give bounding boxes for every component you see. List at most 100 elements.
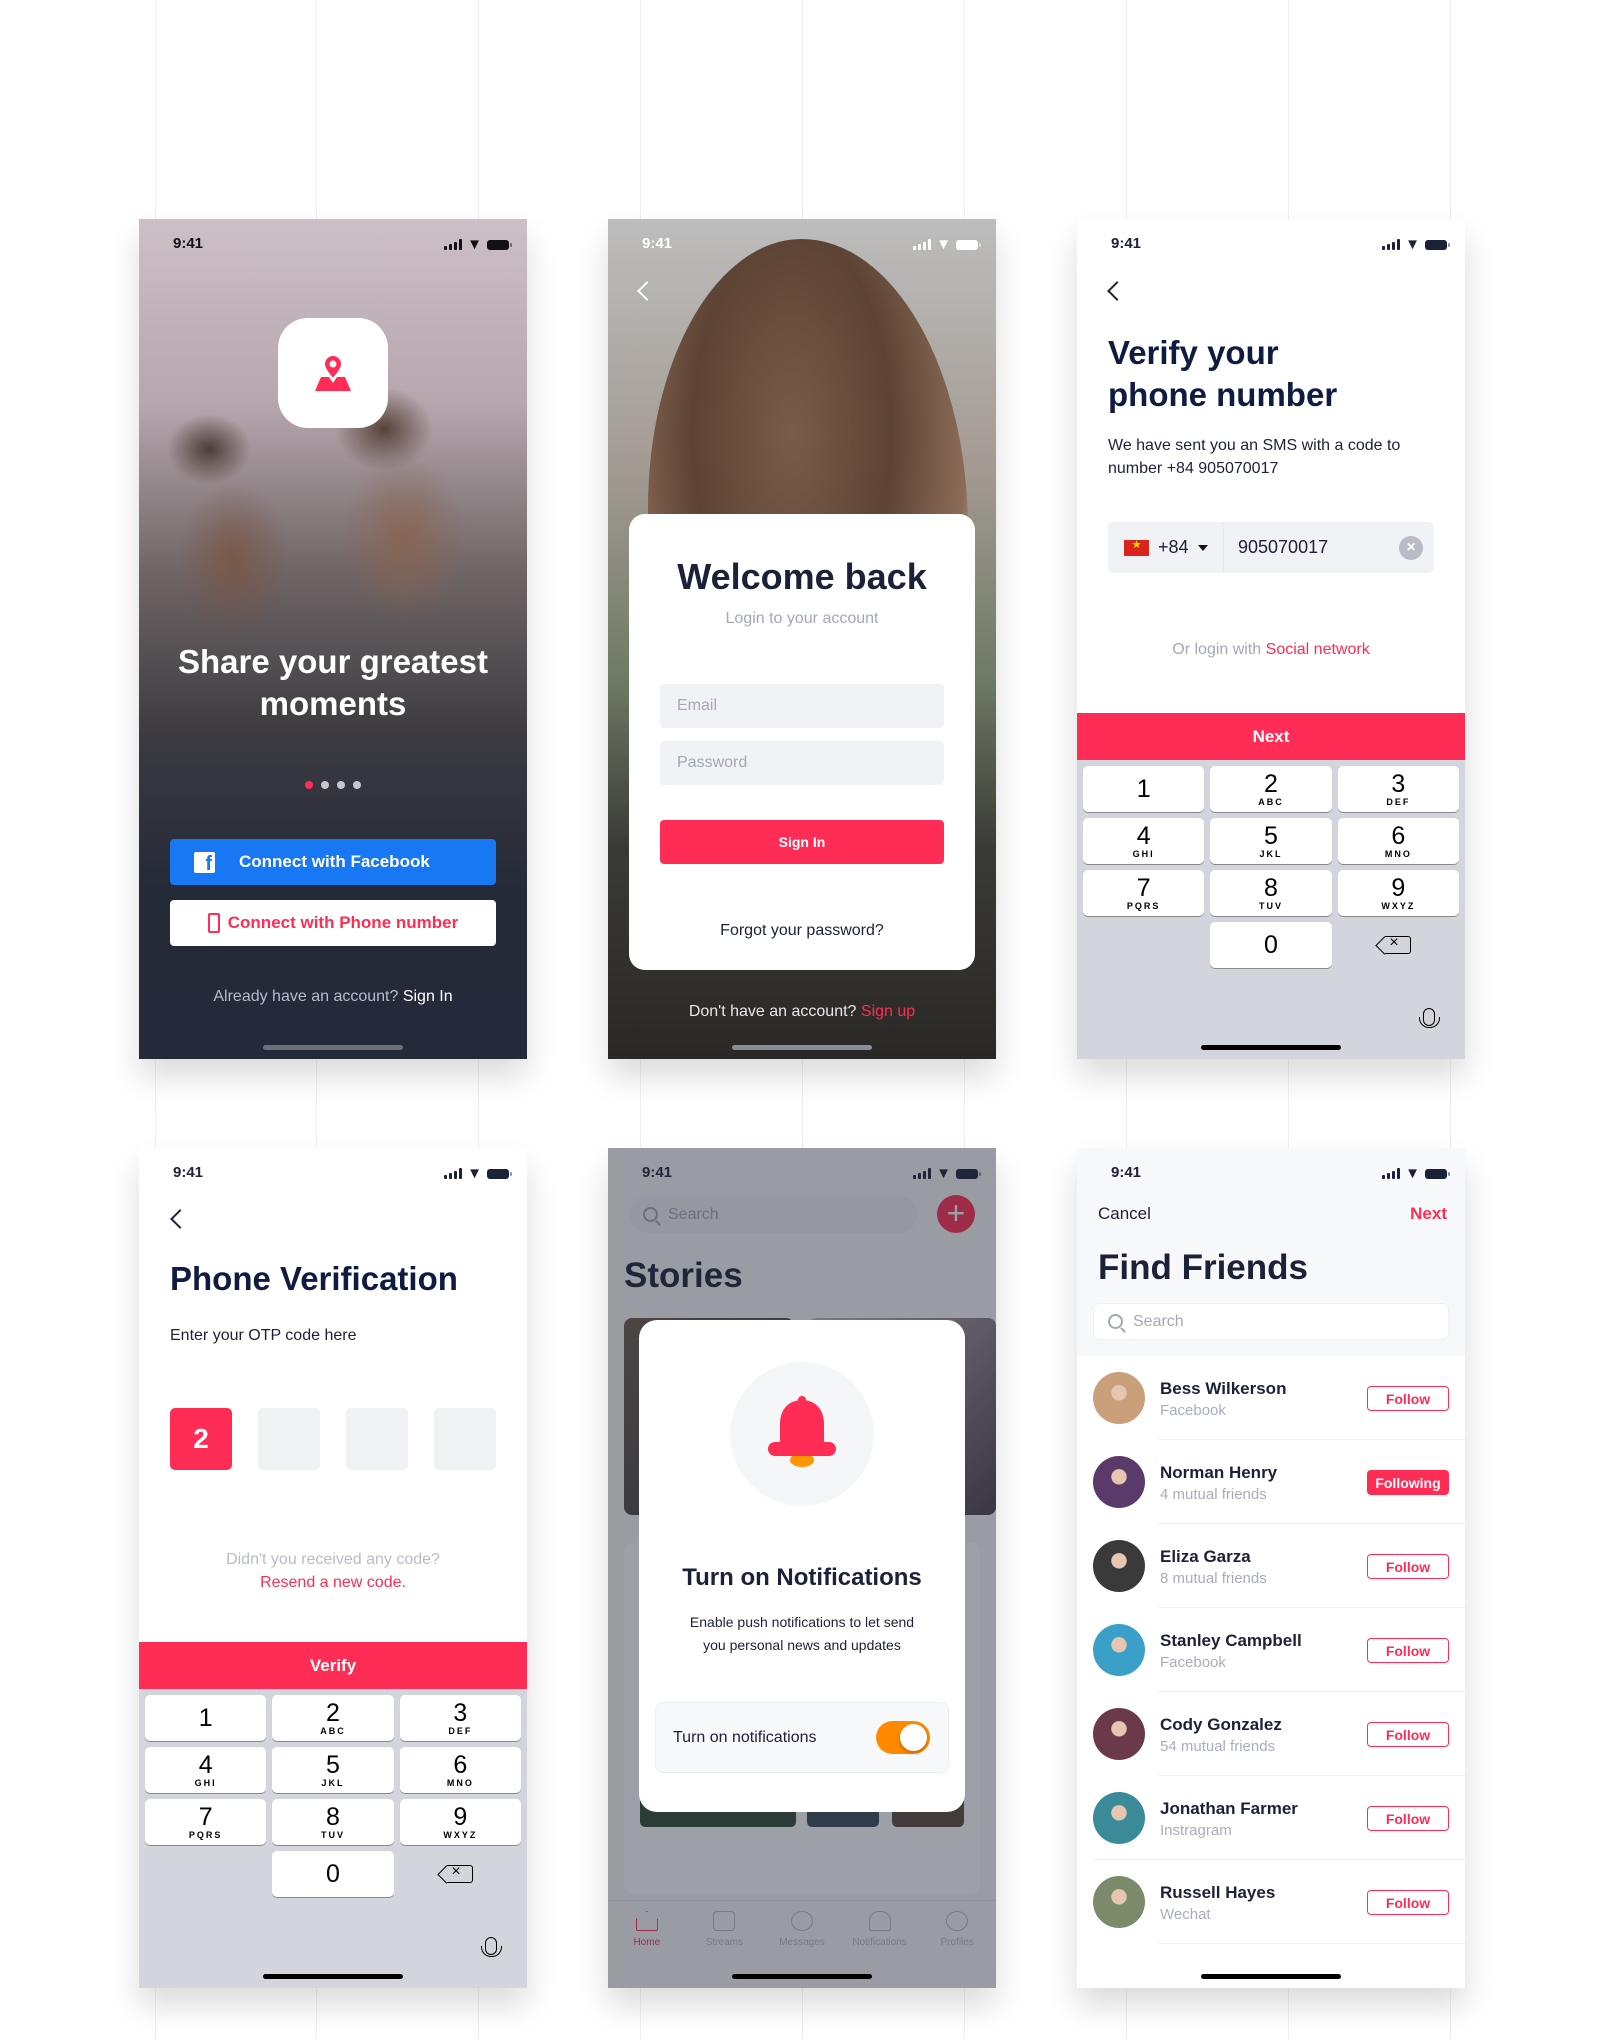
delete-key[interactable] — [400, 1851, 521, 1897]
sign-in-link[interactable]: Sign In — [403, 988, 453, 1005]
avatar[interactable] — [1093, 1876, 1145, 1928]
follow-button[interactable]: Follow — [1367, 1638, 1449, 1663]
keypad-key-6[interactable]: 6 MNO — [399, 1747, 521, 1793]
otp-digit-box[interactable] — [258, 1408, 320, 1470]
status-bar: 9:41 ▼ — [139, 1148, 527, 1198]
page-title: Phone Verification — [170, 1260, 458, 1297]
country-code-select[interactable]: +84 — [1108, 522, 1224, 573]
status-time: 9:41 — [1111, 235, 1142, 252]
keypad-key-2[interactable]: 2 ABC — [1210, 766, 1332, 812]
bell-icon — [768, 1396, 836, 1467]
keypad-key-7[interactable]: 7 PQRS — [145, 1799, 267, 1845]
keypad-key-8[interactable]: 8 TUV — [272, 1799, 394, 1845]
page-dot[interactable] — [353, 781, 361, 789]
follow-button[interactable]: Follow — [1367, 1386, 1449, 1411]
password-input[interactable] — [660, 741, 944, 785]
otp-digit-box[interactable] — [434, 1408, 496, 1470]
key-digit: 1 — [198, 1704, 213, 1732]
keypad-key-0[interactable]: 0 — [1210, 922, 1332, 968]
next-button[interactable]: Next — [1410, 1204, 1447, 1224]
otp-subtitle: Enter your OTP code here — [170, 1327, 357, 1344]
social-network-link[interactable]: Social network — [1266, 641, 1370, 658]
keypad-key-1[interactable]: 1 — [145, 1695, 267, 1741]
desc-line: you personal news and updates — [703, 1637, 901, 1653]
following-button[interactable]: Following — [1367, 1470, 1449, 1495]
keypad-grid: 1 2 ABC 3 DEF 4 GHI 5 JKL 6 MNO 7 PQRS 8 TUV 9 WXYZ 0 — [145, 1695, 521, 1897]
sign-up-link[interactable]: Sign up — [861, 1003, 915, 1020]
page-dot[interactable] — [337, 781, 345, 789]
keypad-key-1[interactable]: 1 — [1083, 766, 1205, 812]
follow-button[interactable]: Follow — [1367, 1890, 1449, 1915]
forgot-password-link[interactable]: Forgot your password? — [629, 922, 975, 940]
friend-row: Norman Henry 4 mutual friends Following — [1077, 1440, 1465, 1524]
sign-in-prompt: Already have an account? Sign In — [139, 988, 527, 1006]
resend-code-link[interactable]: Resend a new code. — [139, 1571, 527, 1594]
clear-icon[interactable]: × — [1399, 535, 1423, 560]
avatar[interactable] — [1093, 1540, 1145, 1592]
friend-row: Russell Hayes Wechat Follow — [1077, 1860, 1465, 1944]
delete-key[interactable] — [1338, 922, 1459, 968]
key-digit: 8 — [326, 1802, 340, 1831]
keypad-key-6[interactable]: 6 MNO — [1337, 818, 1459, 864]
status-time: 9:41 — [642, 235, 673, 252]
status-time: 9:41 — [173, 235, 204, 252]
follow-button[interactable]: Follow — [1367, 1554, 1449, 1579]
keypad-key-3[interactable]: 3 DEF — [1337, 766, 1459, 812]
keypad-key-9[interactable]: 9 WXYZ — [1337, 870, 1459, 916]
page-title: Verify your phone number — [1108, 332, 1337, 416]
search-placeholder: Search — [1133, 1312, 1184, 1330]
keypad-key-7[interactable]: 7 PQRS — [1083, 870, 1205, 916]
verify-button[interactable]: Verify — [139, 1642, 527, 1689]
phone-number-input[interactable]: 905070017 — [1224, 537, 1399, 558]
avatar[interactable] — [1093, 1624, 1145, 1676]
sign-in-button[interactable]: Sign In — [660, 820, 944, 864]
bell-badge — [730, 1362, 874, 1506]
cancel-button[interactable]: Cancel — [1098, 1204, 1151, 1224]
microphone-icon[interactable] — [481, 1937, 502, 1957]
avatar[interactable] — [1093, 1372, 1145, 1424]
page-dot[interactable] — [305, 781, 313, 789]
key-letters: ABC — [320, 1725, 346, 1736]
page-dot[interactable] — [321, 781, 329, 789]
microphone-icon[interactable] — [1419, 1008, 1440, 1028]
otp-digit-box[interactable]: 2 — [170, 1408, 232, 1470]
login-subtitle: Login to your account — [725, 610, 879, 627]
key-letters: DEF — [448, 1725, 473, 1736]
keypad-key-4[interactable]: 4 GHI — [145, 1747, 267, 1793]
avatar[interactable] — [1093, 1456, 1145, 1508]
facebook-icon: f — [194, 851, 215, 873]
follow-button[interactable]: Follow — [1367, 1722, 1449, 1747]
status-time: 9:41 — [1111, 1164, 1142, 1181]
otp-digit-box[interactable] — [346, 1408, 408, 1470]
search-input[interactable]: Search — [1093, 1303, 1449, 1340]
keypad-key-4[interactable]: 4 GHI — [1083, 818, 1205, 864]
keypad-key-5[interactable]: 5 JKL — [1210, 818, 1332, 864]
next-button[interactable]: Next — [1077, 713, 1465, 760]
find-friends-screen: 9:41 ▼ Cancel Next Find Friends Search B… — [1077, 1148, 1465, 1988]
title-line: Verify your — [1108, 334, 1279, 371]
back-chevron-icon[interactable] — [637, 281, 657, 301]
numeric-keypad: 1 2 ABC 3 DEF 4 GHI 5 JKL 6 MNO 7 PQRS 8 TUV 9 WXYZ 0 — [1077, 760, 1465, 1059]
wifi-icon: ▼ — [1405, 1165, 1420, 1182]
keypad-key-0[interactable]: 0 — [272, 1851, 394, 1897]
back-chevron-icon[interactable] — [170, 1209, 190, 1229]
connect-phone-button[interactable]: Connect with Phone number — [170, 900, 496, 946]
email-input[interactable] — [660, 684, 944, 728]
battery-icon — [1425, 1168, 1450, 1179]
keypad-key-9[interactable]: 9 WXYZ — [399, 1799, 521, 1845]
page-indicator[interactable] — [139, 781, 527, 789]
signal-icon — [444, 1168, 463, 1179]
avatar[interactable] — [1093, 1708, 1145, 1760]
connect-facebook-button[interactable]: f Connect with Facebook — [170, 839, 496, 885]
keypad-key-3[interactable]: 3 DEF — [399, 1695, 521, 1741]
keypad-key-5[interactable]: 5 JKL — [272, 1747, 394, 1793]
key-digit: 9 — [1391, 873, 1406, 902]
notifications-toggle[interactable] — [876, 1721, 930, 1754]
follow-button[interactable]: Follow — [1367, 1806, 1449, 1831]
phone-number-field[interactable]: +84 905070017 × — [1108, 522, 1434, 573]
back-chevron-icon[interactable] — [1107, 281, 1127, 301]
avatar[interactable] — [1093, 1792, 1145, 1844]
keypad-key-2[interactable]: 2 ABC — [272, 1695, 394, 1741]
key-digit: 7 — [198, 1802, 213, 1831]
keypad-key-8[interactable]: 8 TUV — [1210, 870, 1332, 916]
